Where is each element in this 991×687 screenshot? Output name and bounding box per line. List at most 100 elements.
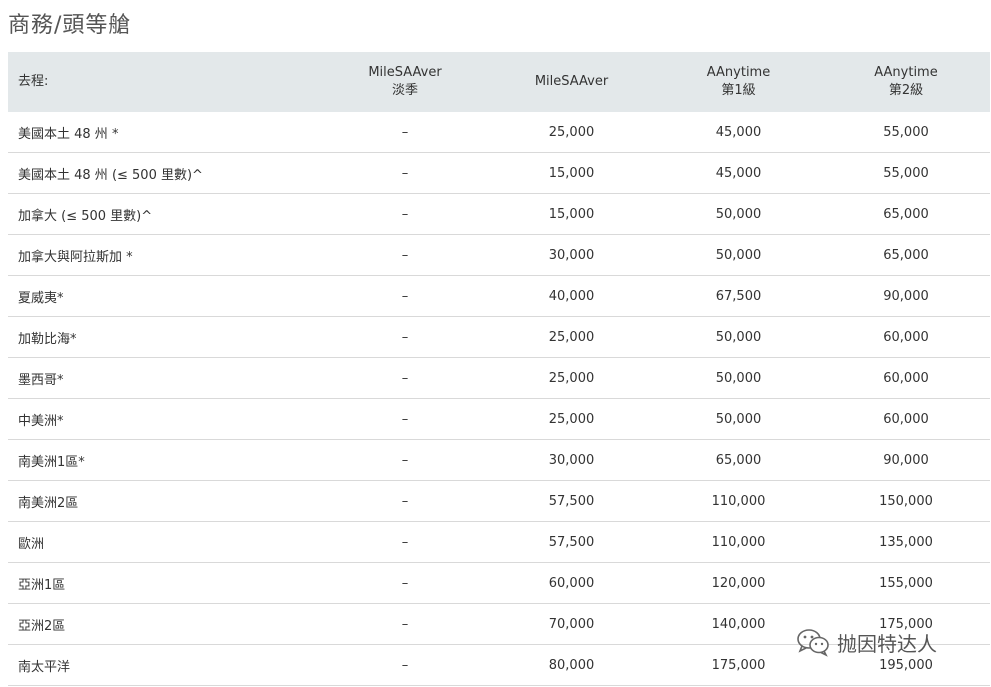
miles-cell: 65,000 [822, 193, 990, 235]
table-row: 美國本土 48 州 (≤ 500 里數)^ –15,000 45,000 55,000 [8, 152, 990, 194]
miles-cell: 25,000 [488, 316, 655, 358]
miles-cell: – [322, 398, 488, 440]
award-chart-table: 去程: MileSAAver 淡季 MileSAAver AAnytime 第1級 AAny… [8, 52, 990, 686]
route-cell: 美國本土 48 州 * [8, 112, 322, 153]
miles-cell: 140,000 [655, 603, 822, 645]
miles-cell: 135,000 [822, 521, 990, 563]
page-title: 商務/頭等艙 [8, 13, 132, 38]
miles-cell: – [322, 439, 488, 481]
route-cell: 亞洲2區 [8, 603, 322, 645]
miles-cell: 90,000 [822, 275, 990, 317]
miles-cell: – [322, 562, 488, 604]
route-cell: 夏威夷* [8, 275, 322, 317]
miles-cell: 60,000 [822, 398, 990, 440]
route-cell: 美國本土 48 州 (≤ 500 里數)^ [8, 152, 322, 194]
miles-cell: 65,000 [655, 439, 822, 481]
miles-cell: 25,000 [488, 112, 655, 153]
miles-cell: 40,000 [488, 275, 655, 317]
miles-cell: – [322, 152, 488, 194]
miles-cell: 60,000 [822, 316, 990, 358]
table-body: 美國本土 48 州 * –25,000 45,000 55,000 美國本土 48 州 … [8, 112, 990, 686]
miles-cell: 55,000 [822, 152, 990, 194]
table-row: 南美洲2區 –57,500 110,000 150,000 [8, 480, 990, 522]
column-header-line1: 去程: [18, 74, 49, 89]
miles-cell: 175,000 [655, 644, 822, 686]
table-row: 加勒比海* –25,000 50,000 60,000 [8, 316, 990, 358]
table-row: 美國本土 48 州 * –25,000 45,000 55,000 [8, 112, 990, 153]
route-cell: 加勒比海* [8, 316, 322, 358]
table-row: 南美洲1區* –30,000 65,000 90,000 [8, 439, 990, 481]
table-row: 亞洲1區 –60,000 120,000 155,000 [8, 562, 990, 604]
miles-cell: 110,000 [655, 521, 822, 563]
miles-cell: – [322, 193, 488, 235]
miles-cell: 110,000 [655, 480, 822, 522]
miles-cell: 60,000 [822, 357, 990, 399]
route-cell: 加拿大與阿拉斯加 * [8, 234, 322, 276]
table-row: 中美洲* –25,000 50,000 60,000 [8, 398, 990, 440]
route-cell: 南太平洋 [8, 644, 322, 686]
column-header-line2: 第1級 [721, 83, 756, 98]
page: 商務/頭等艙 去程: MileSAAver 淡季 MileSAAver AAnytime… [0, 0, 991, 687]
column-header: MileSAAver [488, 52, 655, 112]
column-header: AAnytime 第2級 [822, 52, 990, 112]
miles-cell: 57,500 [488, 521, 655, 563]
miles-cell: 15,000 [488, 152, 655, 194]
column-header: 去程: [8, 52, 322, 112]
miles-cell: 70,000 [488, 603, 655, 645]
route-cell: 南美洲2區 [8, 480, 322, 522]
miles-cell: 120,000 [655, 562, 822, 604]
miles-cell: 50,000 [655, 316, 822, 358]
miles-cell: 30,000 [488, 234, 655, 276]
miles-cell: – [322, 603, 488, 645]
route-cell: 歐洲 [8, 521, 322, 563]
miles-cell: 50,000 [655, 234, 822, 276]
miles-cell: – [322, 234, 488, 276]
route-cell: 墨西哥* [8, 357, 322, 399]
miles-cell: 60,000 [488, 562, 655, 604]
miles-cell: 50,000 [655, 357, 822, 399]
miles-cell: 195,000 [822, 644, 990, 686]
miles-cell: – [322, 521, 488, 563]
miles-cell: 50,000 [655, 193, 822, 235]
miles-cell: 155,000 [822, 562, 990, 604]
miles-cell: 30,000 [488, 439, 655, 481]
column-header-line1: MileSAAver [534, 74, 609, 89]
miles-cell: 90,000 [822, 439, 990, 481]
miles-cell: – [322, 357, 488, 399]
route-cell: 加拿大 (≤ 500 里數)^ [8, 193, 322, 235]
table-row: 加拿大與阿拉斯加 * –30,000 50,000 65,000 [8, 234, 990, 276]
miles-cell: 57,500 [488, 480, 655, 522]
table-header: 去程: MileSAAver 淡季 MileSAAver AAnytime 第1級 AAny… [8, 52, 990, 112]
table-row: 南太平洋 –80,000 175,000 195,000 [8, 644, 990, 686]
miles-cell: 45,000 [655, 112, 822, 153]
miles-cell: – [322, 275, 488, 317]
miles-cell: – [322, 644, 488, 686]
miles-cell: 55,000 [822, 112, 990, 153]
column-header-line2: 淡季 [391, 83, 418, 98]
table-header-row: 去程: MileSAAver 淡季 MileSAAver AAnytime 第1級 AAny… [8, 52, 990, 112]
column-header-line1: MileSAAver [368, 65, 442, 80]
column-header-line1: AAnytime [706, 65, 771, 80]
table-row: 夏威夷* –40,000 67,500 90,000 [8, 275, 990, 317]
table-row: 墨西哥* –25,000 50,000 60,000 [8, 357, 990, 399]
miles-cell: – [322, 480, 488, 522]
miles-cell: 65,000 [822, 234, 990, 276]
miles-cell: 175,000 [822, 603, 990, 645]
column-header: AAnytime 第1級 [655, 52, 822, 112]
route-cell: 南美洲1區* [8, 439, 322, 481]
route-cell: 亞洲1區 [8, 562, 322, 604]
miles-cell: 15,000 [488, 193, 655, 235]
miles-cell: 25,000 [488, 398, 655, 440]
miles-cell: – [322, 112, 488, 153]
route-cell: 中美洲* [8, 398, 322, 440]
column-header-line2: 第2級 [888, 83, 924, 98]
column-header-line1: AAnytime [874, 65, 938, 80]
miles-cell: 50,000 [655, 398, 822, 440]
miles-cell: 67,500 [655, 275, 822, 317]
miles-cell: 25,000 [488, 357, 655, 399]
miles-cell: 80,000 [488, 644, 655, 686]
miles-cell: – [322, 316, 488, 358]
table-row: 歐洲 –57,500 110,000 135,000 [8, 521, 990, 563]
column-header: MileSAAver 淡季 [322, 52, 488, 112]
table-row: 亞洲2區 –70,000 140,000 175,000 [8, 603, 990, 645]
